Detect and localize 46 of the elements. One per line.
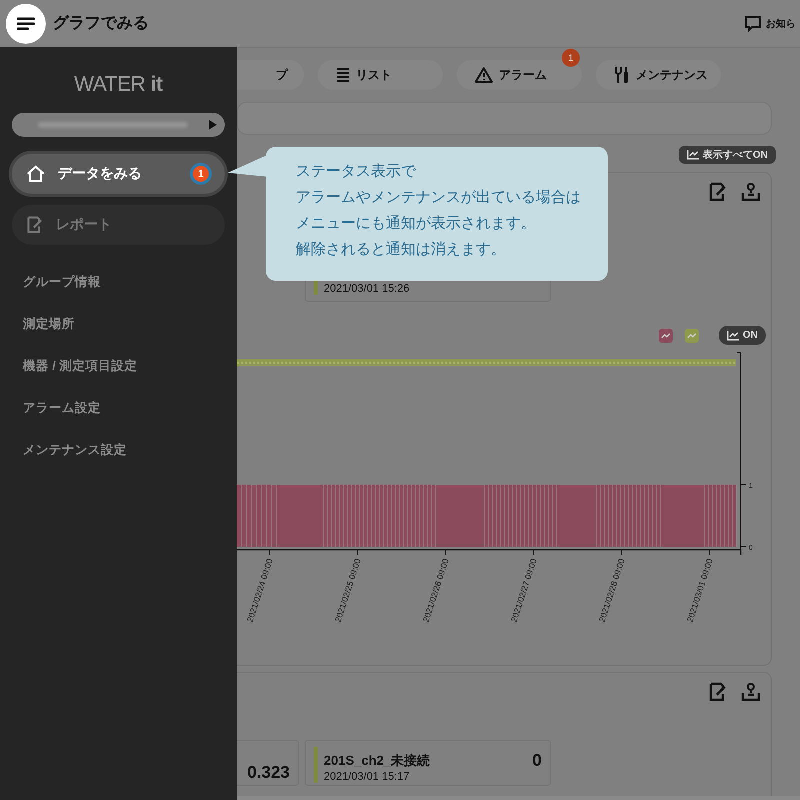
upload-icon[interactable] (741, 682, 761, 702)
chat-bubble-icon[interactable] (744, 16, 762, 32)
line-chart-icon (727, 330, 739, 340)
tab[interactable]: プ (237, 60, 304, 90)
legend-toggle-icon[interactable] (685, 328, 699, 342)
menu-link[interactable]: 機器 / 測定項目設定 (23, 357, 237, 375)
notification-badge: 1 (562, 49, 580, 67)
reading-value: 0.323 (247, 763, 290, 783)
page-title: グラフでみる (53, 14, 149, 34)
search-field[interactable] (237, 102, 772, 135)
nav-item[interactable]: データをみる 1 (9, 151, 228, 197)
notice-link[interactable]: お知ら (766, 16, 796, 30)
notification-badge: 1 (193, 166, 209, 182)
list-icon (336, 67, 350, 83)
edit-note-icon[interactable] (708, 682, 728, 702)
legend-toggle-icon[interactable] (659, 328, 673, 342)
chart-toggle-button[interactable]: ON (719, 326, 766, 345)
warning-icon (475, 67, 493, 83)
menu-link[interactable]: グループ情報 (23, 273, 237, 291)
sensor-name: 201S_ch2_未接続 (324, 752, 430, 770)
menu-link[interactable]: メンテナンス設定 (23, 441, 237, 459)
triangle-right-icon (209, 120, 217, 130)
nav-item[interactable]: レポート (12, 205, 225, 245)
tools-icon (614, 66, 630, 84)
tab[interactable]: アラーム (457, 60, 582, 90)
logo-text: WATER it (74, 73, 163, 97)
edit-note-icon (26, 216, 44, 234)
line-chart-icon (687, 150, 699, 160)
account-selector[interactable] (12, 113, 225, 137)
callout-text: アラームやメンテナンスが出ている場合は (296, 188, 582, 208)
callout-text: ステータス表示で (296, 162, 418, 182)
callout-text: メニューにも通知が表示されます。 (296, 214, 537, 234)
menu-link[interactable]: アラーム設定 (23, 399, 237, 417)
reading-date: 2021/03/01 15:26 (324, 283, 411, 295)
edit-note-icon[interactable] (708, 182, 728, 202)
reading-date: 2021/03/01 15:17 (324, 771, 411, 783)
menu-link[interactable]: 測定場所 (23, 315, 237, 333)
home-icon (26, 165, 46, 183)
callout-text: 解除されると通知は消えます。 (296, 240, 507, 260)
show-all-button[interactable]: 表示すべてON (679, 146, 776, 164)
tab[interactable]: メンテナンス (596, 60, 721, 90)
reading-value: 0 (532, 751, 542, 771)
menu-icon (17, 16, 35, 30)
menu-button[interactable] (6, 4, 46, 44)
upload-icon[interactable] (741, 182, 761, 202)
tab[interactable]: リスト (318, 60, 443, 90)
